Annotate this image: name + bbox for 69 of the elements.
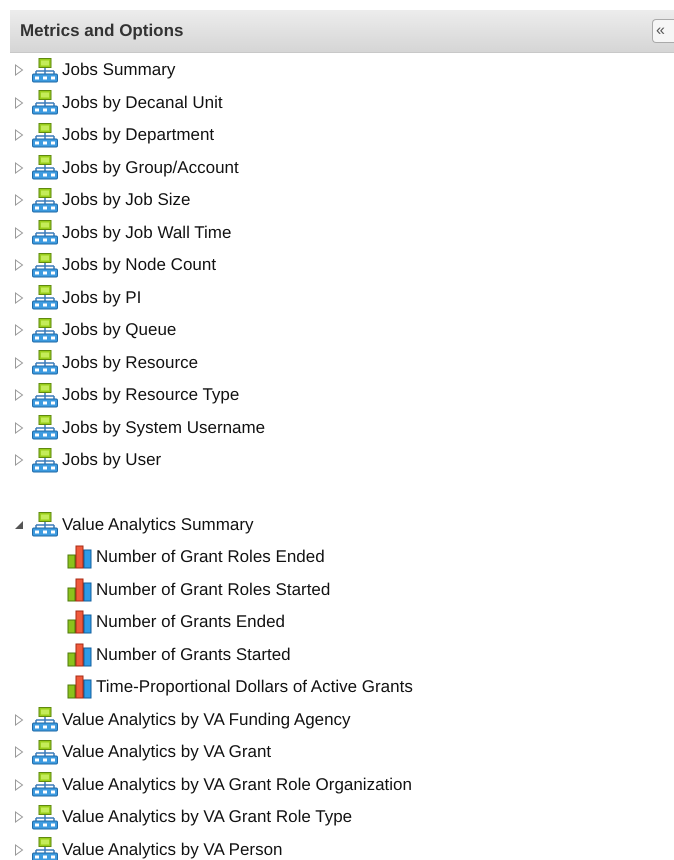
hierarchy-icon <box>32 58 58 83</box>
expanded-arrow-icon[interactable] <box>14 520 24 530</box>
collapsed-arrow-icon[interactable] <box>14 259 24 272</box>
tree-item[interactable]: Number of Grant Roles Started <box>96 580 330 600</box>
hierarchy-icon <box>32 837 58 860</box>
hierarchy-icon <box>32 740 58 765</box>
collapsed-arrow-icon[interactable] <box>14 844 24 856</box>
tree-item[interactable]: Jobs by Resource <box>62 352 198 373</box>
hierarchy-icon <box>32 350 58 376</box>
collapsed-arrow-icon[interactable] <box>14 389 24 402</box>
hierarchy-icon <box>32 707 58 732</box>
bar-chart-icon <box>67 642 92 667</box>
tree-item[interactable]: Number of Grants Started <box>96 644 291 665</box>
tree-item[interactable]: Jobs by Group/Account <box>62 158 239 178</box>
hierarchy-icon <box>32 220 58 246</box>
collapsed-arrow-icon[interactable] <box>14 811 24 824</box>
collapsed-arrow-icon[interactable] <box>14 194 24 206</box>
tree-item[interactable]: Number of Grant Roles Ended <box>96 547 325 568</box>
tree-item[interactable]: Jobs by Decanal Unit <box>62 92 223 113</box>
hierarchy-icon <box>32 252 58 278</box>
hierarchy-icon <box>32 448 58 473</box>
tree-item[interactable]: Time-Proportional Dollars of Active Grants <box>96 677 413 698</box>
tree-item[interactable]: Jobs by Job Wall Time <box>62 222 232 243</box>
hierarchy-icon <box>32 155 58 180</box>
tree-item[interactable]: Jobs by User <box>62 450 162 470</box>
hierarchy-icon <box>32 90 58 116</box>
tree-item[interactable]: Jobs by PI <box>62 288 142 308</box>
hierarchy-icon <box>32 804 58 830</box>
collapsed-arrow-icon[interactable] <box>14 129 24 142</box>
bar-chart-icon <box>67 675 92 700</box>
tree-item[interactable]: Jobs Summary <box>62 60 176 80</box>
collapsed-arrow-icon[interactable] <box>14 746 24 758</box>
collapsed-arrow-icon[interactable] <box>14 356 24 369</box>
tree-item[interactable]: Jobs by System Username <box>62 418 266 438</box>
collapse-button[interactable]: « <box>652 19 674 43</box>
hierarchy-icon <box>32 188 58 213</box>
tree-item[interactable]: Jobs by Job Size <box>62 190 191 210</box>
hierarchy-icon <box>32 318 58 343</box>
tree-item[interactable]: Value Analytics by VA Grant <box>62 742 272 762</box>
collapsed-arrow-icon[interactable] <box>14 162 24 174</box>
hierarchy-icon <box>32 512 58 538</box>
collapsed-arrow-icon[interactable] <box>14 226 24 239</box>
tree-item[interactable]: Value Analytics Summary <box>62 514 254 535</box>
collapsed-arrow-icon[interactable] <box>14 64 24 76</box>
hierarchy-icon <box>32 285 58 310</box>
collapsed-arrow-icon[interactable] <box>14 422 24 434</box>
bar-chart-icon <box>67 545 92 570</box>
hierarchy-icon <box>32 382 58 408</box>
hierarchy-icon <box>32 415 58 440</box>
bar-chart-icon <box>67 610 92 634</box>
tree-item[interactable]: Value Analytics by VA Grant Role Type <box>62 807 352 828</box>
hierarchy-icon <box>32 772 58 798</box>
collapsed-arrow-icon[interactable] <box>14 324 24 336</box>
collapsed-arrow-icon[interactable] <box>14 292 24 304</box>
collapsed-arrow-icon[interactable] <box>14 454 24 466</box>
tree-item[interactable]: Jobs by Resource Type <box>62 385 240 406</box>
tree-item[interactable]: Value Analytics by VA Grant Role Organization <box>62 774 412 795</box>
tree-item[interactable]: Value Analytics by VA Funding Agency <box>62 710 351 730</box>
hierarchy-icon <box>32 122 58 148</box>
collapsed-arrow-icon[interactable] <box>14 96 24 109</box>
panel-title: Metrics and Options <box>20 21 184 41</box>
tree-item[interactable]: Jobs by Department <box>62 125 214 146</box>
collapsed-arrow-icon[interactable] <box>14 714 24 726</box>
tree-item[interactable]: Value Analytics by VA Person <box>62 840 282 860</box>
tree-item[interactable]: Jobs by Node Count <box>62 255 216 276</box>
collapsed-arrow-icon[interactable] <box>14 778 24 791</box>
tree-item[interactable]: Jobs by Queue <box>62 320 176 340</box>
tree-item[interactable]: Number of Grants Ended <box>96 612 285 632</box>
bar-chart-icon <box>67 578 92 602</box>
